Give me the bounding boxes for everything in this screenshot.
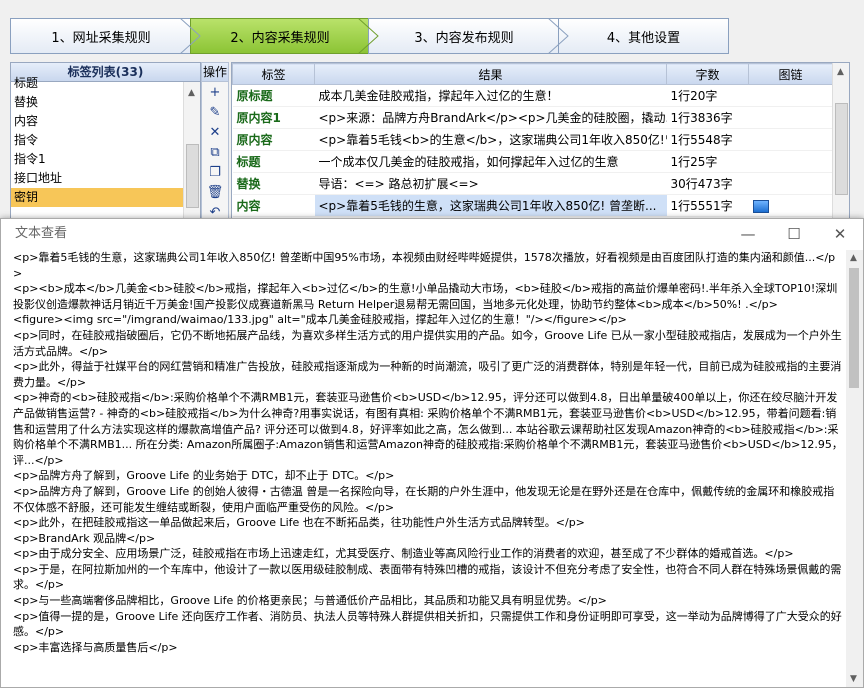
row-tag: 标题 [232, 150, 315, 173]
column-header-image[interactable]: 图链 [748, 63, 833, 85]
row-tag: 原标题 [232, 84, 315, 107]
minimize-icon[interactable]: — [725, 219, 771, 249]
row-tag: 原内容1 [232, 106, 315, 129]
row-result: 导语：<=> 路总初扩展<=> [314, 172, 667, 195]
table-row[interactable]: 标题 一个成本仅几美金的硅胶戒指，如何撑起年入过亿的生意 1行25字 [232, 150, 833, 173]
text-line: <p>靠着5毛钱的生意，这家瑞典公司1年收入850亿! 曾垄断中国95%市场，本… [13, 251, 836, 280]
tag-list-panel: 标签列表(33) 标题 替换 内容 指令 指令1 接口地址 密钥 ▲ [10, 62, 201, 224]
step-publish-rules[interactable]: 3、内容发布规则 [368, 18, 559, 54]
column-header-count[interactable]: 字数 [666, 63, 749, 85]
scroll-up-icon[interactable]: ▲ [837, 67, 844, 77]
row-result: <p>来源：品牌方舟BrandArk</p><p>几美金的硅胶圈，撬动... [314, 106, 667, 129]
row-result: 一个成本仅几美金的硅胶戒指，如何撑起年入过亿的生意 [314, 150, 667, 173]
text-line: <p>此外，得益于社媒平台的网红营销和精准广告投放，硅胶戒指逐渐成为一种新的时尚… [13, 360, 842, 389]
duplicate-icon[interactable]: ❐ [202, 162, 228, 182]
close-icon[interactable]: ✕ [817, 219, 863, 249]
window-title: 文本查看 [15, 226, 68, 241]
row-count: 1行5551字 [666, 194, 749, 217]
row-count: 30行473字 [666, 172, 749, 195]
delete-icon[interactable]: ✕ [202, 122, 228, 142]
list-item[interactable]: 替换 [11, 93, 200, 112]
tag-list-scrollbar[interactable]: ▲ [183, 82, 200, 223]
scrollbar-thumb[interactable] [849, 268, 859, 388]
table-row[interactable]: 原内容1 <p>来源：品牌方舟BrandArk</p><p>几美金的硅胶圈，撬动… [232, 106, 833, 129]
image-icon[interactable] [752, 199, 769, 213]
wizard-steps: 1、网址采集规则 2、内容采集规则 3、内容发布规则 4、其他设置 [10, 18, 729, 54]
row-image[interactable] [748, 194, 833, 217]
trash-icon[interactable]: 🗑 [202, 182, 228, 202]
row-image [748, 172, 833, 195]
maximize-icon[interactable]: ☐ [771, 219, 817, 249]
table-row[interactable]: 替换 导语：<=> 路总初扩展<=> 30行473字 [232, 172, 833, 195]
row-image [748, 106, 833, 129]
step-other-settings[interactable]: 4、其他设置 [558, 18, 729, 54]
scrollbar-thumb[interactable] [835, 103, 848, 195]
text-line: <p>与一些高端奢侈品牌相比，Groove Life 的价格更亲民；与普通低价产… [13, 594, 607, 608]
text-viewer-window: 文本查看 — ☐ ✕ <p>靠着5毛钱的生意，这家瑞典公司1年收入850亿! 曾… [0, 218, 864, 688]
table-row[interactable]: 原内容 <p>靠着5毛钱<b>的生意</b>，这家瑞典公司1年收入850亿!曾.… [232, 128, 833, 151]
step-url-rules[interactable]: 1、网址采集规则 [10, 18, 191, 54]
results-grid: 标签 结果 字数 图链 原标题 成本几美金硅胶戒指，撑起年入过亿的生意！ 1行2… [231, 62, 850, 224]
edit-icon[interactable]: ✎ [202, 102, 228, 122]
step-label: 4、其他设置 [606, 30, 681, 46]
text-line: <p>由于成分安全、应用场景广泛，硅胶戒指在市场上迅速走红，尤其受医疗、制造业等… [13, 547, 794, 561]
column-header-result[interactable]: 结果 [314, 63, 667, 85]
step-label: 3、内容发布规则 [414, 30, 514, 46]
text-content[interactable]: <p>靠着5毛钱的生意，这家瑞典公司1年收入850亿! 曾垄断中国95%市场，本… [13, 250, 843, 687]
row-image [748, 128, 833, 151]
scrollbar-thumb[interactable] [186, 144, 199, 208]
text-line: <p>于是，在阿拉斯加州的一个车库中，他设计了一款以医用级硅胶制成、表面带有特殊… [13, 562, 842, 592]
row-image [748, 84, 833, 107]
step-label: 2、内容采集规则 [230, 30, 330, 46]
text-line: <p>丰富选择与高质量售后</p> [13, 640, 178, 654]
row-count: 1行3836字 [666, 106, 749, 129]
text-line: <p>此外，在把硅胶戒指这一单品做起来后，Groove Life 也在不断拓品类… [13, 516, 585, 530]
operations-panel: 操作 + ✎ ✕ ⧉ ❐ 🗑 ↶ [201, 62, 229, 224]
list-item[interactable]: 指令 [11, 131, 200, 150]
row-result: <p>靠着5毛钱<b>的生意</b>，这家瑞典公司1年收入850亿!曾... [314, 128, 667, 151]
step-content-rules[interactable]: 2、内容采集规则 [190, 18, 369, 54]
text-line: <p>值得一提的是，Groove Life 还向医疗工作者、消防员、执法人员等特… [13, 609, 842, 639]
list-item-selected[interactable]: 密钥 [11, 188, 200, 207]
text-line: <p>同时，在硅胶戒指破圈后，它仍不断地拓展产品线，为喜欢多样生活方式的用户提供… [13, 328, 842, 358]
results-scrollbar[interactable]: ▲ [832, 63, 849, 223]
row-count: 1行25字 [666, 150, 749, 173]
table-row[interactable]: 原标题 成本几美金硅胶戒指，撑起年入过亿的生意！ 1行20字 [232, 84, 833, 107]
scroll-up-icon[interactable]: ▲ [850, 253, 857, 263]
operations-header: 操作 [202, 63, 228, 82]
list-item[interactable]: 接口地址 [11, 169, 200, 188]
scroll-up-icon[interactable]: ▲ [188, 88, 195, 98]
column-header-tag[interactable]: 标签 [232, 63, 315, 85]
row-tag: 替换 [232, 172, 315, 195]
row-result: <p>靠着5毛钱的生意，这家瑞典公司1年收入850亿! 曾垄断... [314, 194, 667, 217]
text-line: <p>品牌方舟了解到，Groove Life 的创始人彼得・古德温 曾是一名探险… [13, 484, 835, 514]
row-tag: 原内容 [232, 128, 315, 151]
text-line: <p>BrandArk 观品牌</p> [13, 531, 156, 545]
scroll-down-icon[interactable]: ▼ [850, 674, 857, 684]
row-count: 1行20字 [666, 84, 749, 107]
list-item[interactable]: 标题 [11, 74, 200, 93]
text-line: <p>品牌方舟了解到，Groove Life 的业务始于 DTC，却不止于 DT… [13, 469, 395, 483]
copy-icon[interactable]: ⧉ [202, 142, 228, 162]
table-row-selected[interactable]: 内容 <p>靠着5毛钱的生意，这家瑞典公司1年收入850亿! 曾垄断... 1行… [232, 194, 833, 217]
row-tag: 内容 [232, 194, 315, 217]
text-line: <p>神奇的<b>硅胶戒指</b>:采购价格单个不满RMB1元，套装亚马逊售价<… [13, 391, 843, 467]
row-image [748, 150, 833, 173]
text-line: <p><b>成本</b>几美金<b>硅胶</b>戒指，撑起年入<b>过亿</b>… [13, 282, 838, 311]
plus-icon[interactable]: + [202, 82, 228, 102]
row-count: 1行5548字 [666, 128, 749, 151]
text-viewer-scrollbar[interactable]: ▲ ▼ [846, 250, 863, 687]
window-titlebar: 文本查看 — ☐ ✕ [1, 219, 863, 249]
text-line: <figure><img src="/imgrand/waimao/133.jp… [13, 313, 627, 327]
list-item[interactable]: 指令1 [11, 150, 200, 169]
step-label: 1、网址采集规则 [51, 30, 151, 46]
row-result: 成本几美金硅胶戒指，撑起年入过亿的生意！ [314, 84, 667, 107]
list-item[interactable]: 内容 [11, 112, 200, 131]
